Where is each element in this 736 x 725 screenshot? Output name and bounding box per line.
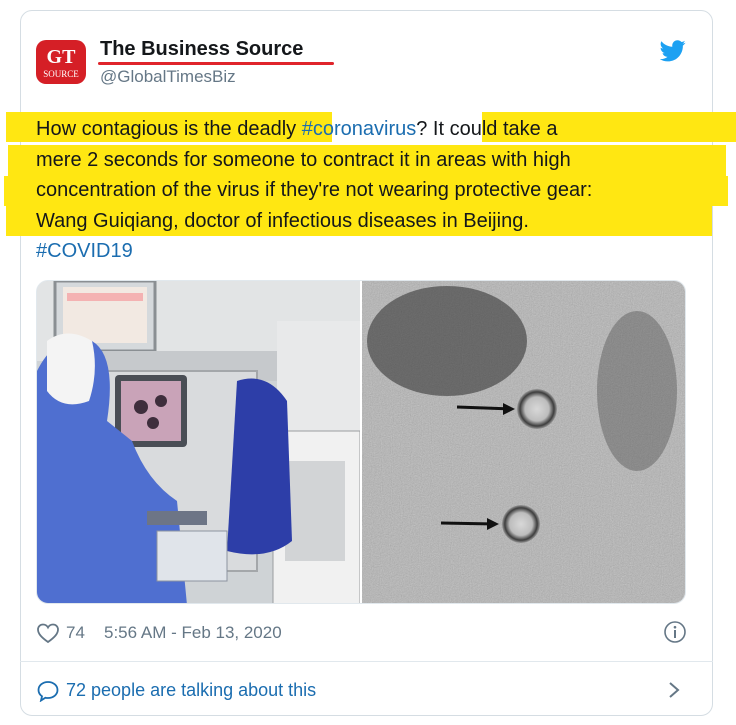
chevron-right-icon[interactable] xyxy=(666,680,682,700)
speech-bubble-icon xyxy=(37,681,59,702)
tweet-text-line: Wang Guiqiang, doctor of infectious dise… xyxy=(36,209,529,232)
virus-particle xyxy=(517,389,557,429)
tweet-text-line: concentration of the virus if they're no… xyxy=(36,179,593,201)
virus-particle xyxy=(502,505,540,543)
text-segment: ? It could take a xyxy=(416,118,558,140)
info-icon[interactable] xyxy=(663,620,687,644)
tweet-text-line: #COVID19 xyxy=(36,236,706,267)
heart-icon[interactable] xyxy=(36,622,60,644)
global-times-logo[interactable]: GT SOURCE xyxy=(36,40,86,84)
svg-text:GT: GT xyxy=(47,46,77,68)
talking-count-label[interactable]: 72 people are talking about this xyxy=(66,680,316,701)
like-count[interactable]: 74 xyxy=(66,623,85,643)
text-segment: How contagious is the deadly xyxy=(36,118,302,140)
display-name[interactable]: The Business Source xyxy=(100,38,303,61)
electron-micrograph xyxy=(360,281,685,603)
svg-text:SOURCE: SOURCE xyxy=(43,69,79,79)
user-handle[interactable]: @GlobalTimesBiz xyxy=(100,67,236,87)
hashtag-coronavirus-link[interactable]: #coronavirus xyxy=(302,118,417,140)
twitter-bird-icon[interactable] xyxy=(660,40,686,62)
lab-photo xyxy=(37,281,361,603)
name-underline-mark xyxy=(98,62,334,65)
tweet-text-line: mere 2 seconds for someone to contract i… xyxy=(36,148,571,171)
hashtag-covid19-link[interactable]: #COVID19 xyxy=(36,240,133,262)
tweet-media[interactable] xyxy=(36,280,686,604)
divider xyxy=(20,661,713,662)
tweet-timestamp[interactable]: 5:56 AM - Feb 13, 2020 xyxy=(104,623,282,643)
tweet-text: How contagious is the deadly #coronaviru… xyxy=(36,114,706,267)
tweet-text-line: How contagious is the deadly #coronaviru… xyxy=(36,114,706,145)
